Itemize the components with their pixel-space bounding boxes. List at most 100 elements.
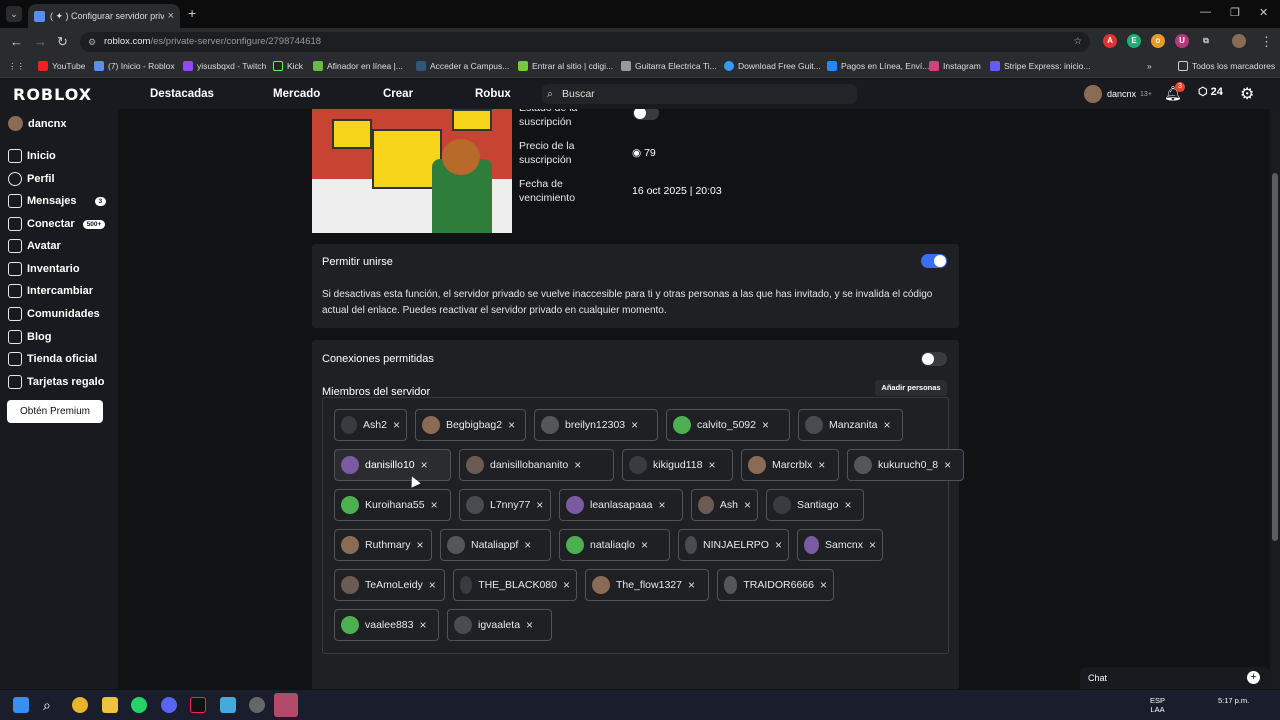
bookmark-instagram[interactable]: Instagram <box>929 61 981 71</box>
start-icon[interactable] <box>13 697 29 713</box>
site-info-icon[interactable]: ⚙ <box>88 32 96 52</box>
browser-menu-icon[interactable]: ⋮ <box>1260 34 1273 50</box>
member-chip[interactable]: The_flow1327 × <box>585 569 709 601</box>
browser-tab-active[interactable]: ( ✦ ) Configurar servidor privad × <box>28 4 180 28</box>
member-chip[interactable]: Santiago × <box>766 489 864 521</box>
remove-member-icon[interactable]: × <box>429 578 436 592</box>
bookmark-download-guitar[interactable]: Download Free Guit... <box>724 61 821 71</box>
search-icon[interactable]: ⌕ <box>43 697 59 713</box>
member-chip[interactable]: TRAIDOR6666 × <box>717 569 834 601</box>
bookmark-twitch[interactable]: yisusbqxd - Twitch <box>183 61 266 71</box>
member-chip[interactable]: NINJAELRPO × <box>678 529 789 561</box>
remove-member-icon[interactable]: × <box>631 418 638 432</box>
discord-icon[interactable] <box>161 697 177 713</box>
remove-member-icon[interactable]: × <box>944 458 951 472</box>
sidebar-user[interactable]: dancnx <box>8 116 67 131</box>
sidebar-item-perfil[interactable]: Perfil <box>8 172 55 186</box>
header-user[interactable]: dancnx 13+ <box>1084 85 1152 103</box>
remove-member-icon[interactable]: × <box>526 618 533 632</box>
remove-member-icon[interactable]: × <box>688 578 695 592</box>
new-chat-icon[interactable]: + <box>1247 671 1260 684</box>
language-indicator[interactable]: ESP LAA <box>1150 696 1165 714</box>
bookmark-afinador[interactable]: Afinador en línea |... <box>313 61 403 71</box>
bookmark-youtube[interactable]: YouTube <box>38 61 85 71</box>
member-chip[interactable]: THE_BLACK080 × <box>453 569 577 601</box>
subscription-status-toggle[interactable] <box>633 109 659 120</box>
member-chip[interactable]: Ash × <box>691 489 758 521</box>
remove-member-icon[interactable]: × <box>393 418 400 432</box>
extension-orange-icon[interactable]: o <box>1151 34 1165 48</box>
chat-bar[interactable]: Chat + <box>1080 667 1270 689</box>
back-icon[interactable]: ← <box>10 34 23 49</box>
member-chip[interactable]: leanlasapaaa × <box>559 489 683 521</box>
search-input[interactable]: ⌕ Buscar <box>542 84 857 104</box>
member-chip[interactable]: Manzanita × <box>798 409 903 441</box>
member-chip[interactable]: danisillobananito × <box>459 449 614 481</box>
remove-member-icon[interactable]: × <box>508 418 515 432</box>
extension-e-icon[interactable]: E <box>1127 34 1141 48</box>
clock[interactable]: 5:17 p.m. <box>1218 696 1249 705</box>
bookmark-pagos[interactable]: Pagos en Línea, Enví... <box>827 61 929 71</box>
member-chip[interactable]: Samcnx × <box>797 529 883 561</box>
member-chip[interactable]: danisillo10 × <box>334 449 451 481</box>
remove-member-icon[interactable]: × <box>744 498 751 512</box>
page-scrollbar[interactable] <box>1270 109 1280 689</box>
remove-member-icon[interactable]: × <box>658 498 665 512</box>
member-chip[interactable]: calvito_5092 × <box>666 409 790 441</box>
connections-toggle[interactable] <box>921 352 947 366</box>
remove-member-icon[interactable]: × <box>708 458 715 472</box>
extensions-icon[interactable]: ⧉ <box>1199 34 1213 48</box>
member-chip[interactable]: kukuruch0_8 × <box>847 449 964 481</box>
bookmark-guitarra[interactable]: Guitarra Electrica Ti... <box>621 61 717 71</box>
profile-avatar-icon[interactable] <box>1232 34 1246 48</box>
reload-icon[interactable]: ↻ <box>57 34 68 50</box>
roblox-logo[interactable]: ROBLOX <box>13 85 92 104</box>
remove-member-icon[interactable]: × <box>775 538 782 552</box>
maximize-icon[interactable]: ❐ <box>1230 6 1240 19</box>
member-chip[interactable]: Ruthmary × <box>334 529 432 561</box>
member-chip[interactable]: Marcrblx × <box>741 449 839 481</box>
sidebar-item-inicio[interactable]: Inicio <box>8 149 56 163</box>
remove-member-icon[interactable]: × <box>536 498 543 512</box>
remove-member-icon[interactable]: × <box>641 538 648 552</box>
remove-member-icon[interactable]: × <box>869 538 876 552</box>
member-chip[interactable]: Ash2 × <box>334 409 407 441</box>
notepad-icon[interactable] <box>220 697 236 713</box>
member-chip[interactable]: Kuroihana55 × <box>334 489 451 521</box>
file-explorer-icon[interactable] <box>102 697 118 713</box>
member-chip[interactable]: kikigud118 × <box>622 449 733 481</box>
robux-balance[interactable]: ⬡ 24 <box>1198 85 1223 98</box>
bookmark-stripe[interactable]: Stripe Express: inicio... <box>990 61 1090 71</box>
sidebar-item-inventario[interactable]: Inventario <box>8 262 80 276</box>
settings-gear-icon[interactable]: ⚙ <box>1240 84 1254 104</box>
whatsapp-icon[interactable] <box>131 697 147 713</box>
member-chip[interactable]: nataliaqlo × <box>559 529 670 561</box>
member-chip[interactable]: Begbigbag2 × <box>415 409 526 441</box>
remove-member-icon[interactable]: × <box>574 458 581 472</box>
nav-robux[interactable]: Robux <box>475 88 511 100</box>
remove-member-icon[interactable]: × <box>844 498 851 512</box>
scrollbar-thumb[interactable] <box>1272 173 1278 541</box>
bookmark-cdigi[interactable]: Entrar al sitio | cdigi... <box>518 61 613 71</box>
tiktok-icon[interactable] <box>190 697 206 713</box>
member-chip[interactable]: TeAmoLeidy × <box>334 569 445 601</box>
nav-crear[interactable]: Crear <box>383 88 413 100</box>
sidebar-item-conectar[interactable]: Conectar 500+ <box>8 217 106 231</box>
remove-member-icon[interactable]: × <box>421 458 428 472</box>
remove-member-icon[interactable]: × <box>762 418 769 432</box>
chrome-icon[interactable] <box>72 697 88 713</box>
bookmark-kick[interactable]: Kick <box>273 61 303 71</box>
remove-member-icon[interactable]: × <box>818 458 825 472</box>
new-tab-button[interactable]: + <box>188 5 196 21</box>
member-chip[interactable]: breilyn12303 × <box>534 409 658 441</box>
roblox-taskbar-icon[interactable] <box>274 693 298 717</box>
remove-member-icon[interactable]: × <box>563 578 570 592</box>
extension-pink-icon[interactable]: U <box>1175 34 1189 48</box>
sidebar-item-tarjetas[interactable]: Tarjetas regalo <box>8 375 104 389</box>
forward-icon[interactable]: → <box>34 34 47 49</box>
extension-adblock-icon[interactable]: A <box>1103 34 1117 48</box>
add-people-button[interactable]: Añadir personas <box>875 380 947 396</box>
allow-join-toggle[interactable] <box>921 254 947 268</box>
bookmarks-overflow-icon[interactable]: » <box>1147 61 1152 71</box>
minimize-icon[interactable]: — <box>1200 6 1211 18</box>
